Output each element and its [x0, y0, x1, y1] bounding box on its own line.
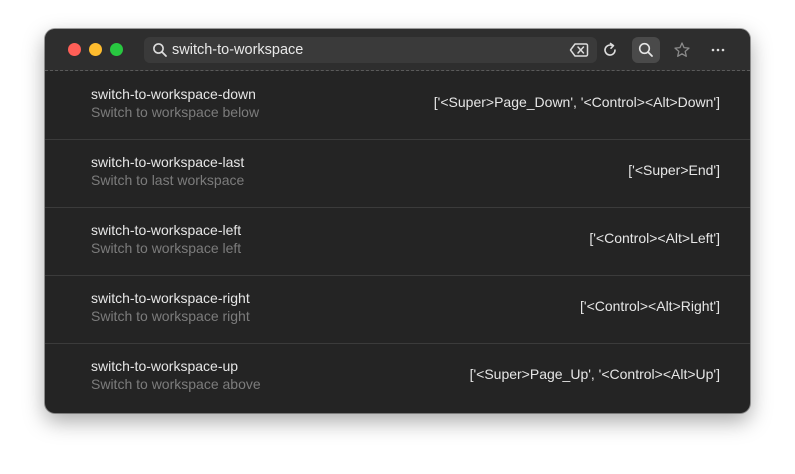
search-box — [144, 37, 597, 63]
more-menu-button[interactable] — [704, 37, 732, 63]
key-binding-value: ['<Super>End'] — [628, 162, 720, 178]
list-item[interactable]: switch-to-workspace-down Switch to works… — [45, 72, 750, 140]
key-description: Switch to last workspace — [91, 172, 245, 188]
refresh-icon — [604, 42, 616, 56]
search-input[interactable] — [172, 40, 552, 60]
star-icon — [674, 42, 690, 57]
list-item[interactable]: switch-to-workspace-last Switch to last … — [45, 140, 750, 208]
key-binding-value: ['<Super>Page_Down', '<Control><Alt>Down… — [433, 94, 720, 110]
key-description: Switch to workspace right — [91, 308, 250, 324]
maximize-window-button[interactable] — [110, 43, 123, 56]
list-item[interactable]: switch-to-workspace-right Switch to work… — [45, 276, 750, 344]
close-window-button[interactable] — [68, 43, 81, 56]
key-name: switch-to-workspace-last — [91, 154, 245, 170]
search-toggle-button[interactable] — [632, 37, 660, 63]
minimize-window-button[interactable] — [89, 43, 102, 56]
key-description: Switch to workspace left — [91, 240, 242, 256]
key-description: Switch to workspace above — [91, 376, 261, 392]
list-item[interactable]: switch-to-workspace-left Switch to works… — [45, 208, 750, 276]
key-binding-value: ['<Control><Alt>Right'] — [580, 298, 720, 314]
key-description: Switch to workspace below — [91, 104, 260, 120]
bookmark-button[interactable] — [668, 37, 696, 63]
list-item[interactable]: switch-to-workspace-up Switch to workspa… — [45, 344, 750, 412]
key-name: switch-to-workspace-up — [91, 358, 239, 374]
more-horizontal-icon — [711, 48, 725, 52]
backspace-icon — [569, 43, 589, 57]
search-icon — [638, 42, 653, 57]
key-name: switch-to-workspace-left — [91, 222, 242, 238]
key-name: switch-to-workspace-down — [91, 86, 256, 102]
refresh-button[interactable] — [596, 37, 624, 63]
search-icon — [153, 43, 167, 57]
keybinding-list: switch-to-workspace-down Switch to works… — [45, 72, 750, 412]
key-binding-value: ['<Control><Alt>Left'] — [589, 230, 720, 246]
app-window: switch-to-workspace-down Switch to works… — [45, 29, 750, 413]
clear-search-button[interactable] — [569, 41, 589, 59]
titlebar — [45, 29, 750, 71]
key-binding-value: ['<Super>Page_Up', '<Control><Alt>Up'] — [469, 366, 720, 382]
key-name: switch-to-workspace-right — [91, 290, 250, 306]
